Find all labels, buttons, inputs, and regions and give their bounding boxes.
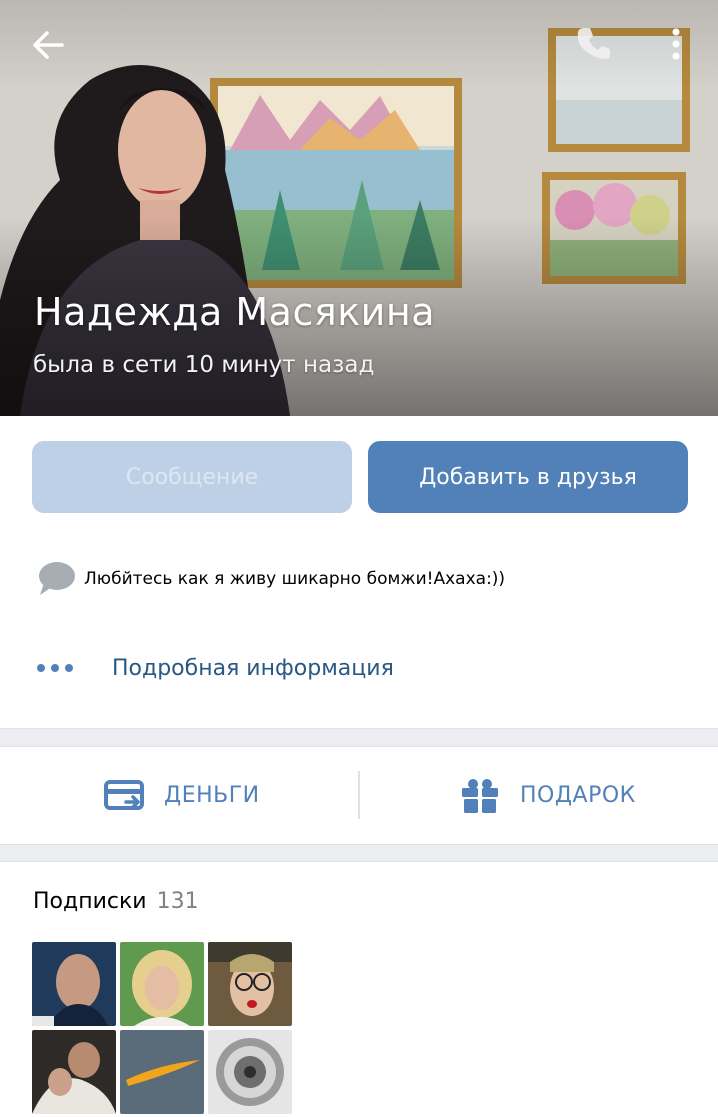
subscription-thumb-4[interactable] — [32, 1030, 116, 1114]
subscription-thumb-6[interactable] — [208, 1030, 292, 1114]
profile-status-text: Любйтесь как я живу шикарно бомжи!Ахаха:… — [84, 569, 506, 589]
more-info-label: Подробная информация — [112, 655, 394, 681]
more-vertical-icon — [672, 28, 680, 60]
subscriptions-title: Подписки — [33, 889, 147, 914]
more-horizontal-icon — [37, 664, 73, 672]
speech-bubble-icon — [39, 562, 75, 595]
subscriptions-count: 131 — [156, 889, 199, 914]
more-info-link[interactable]: Подробная информация — [36, 648, 394, 688]
phone-icon — [577, 28, 610, 59]
profile-cover[interactable]: Надежда Масякина была в сети 10 минут на… — [0, 0, 718, 416]
arrow-left-icon — [33, 31, 64, 59]
send-money-button[interactable]: ДЕНЬГИ — [104, 747, 260, 844]
subscription-avatar-1 — [32, 942, 116, 1026]
actions-divider — [358, 771, 360, 819]
subscription-thumb-1[interactable] — [32, 942, 116, 1026]
gift-label: ПОДАРОК — [520, 783, 636, 808]
subscription-thumb-2[interactable] — [120, 942, 204, 1026]
subscription-thumb-5[interactable] — [120, 1030, 204, 1114]
back-button[interactable] — [28, 24, 70, 66]
status-line: Любйтесь как я живу шикарно бомжи!Ахаха:… — [36, 559, 505, 599]
subscription-avatar-6 — [208, 1030, 292, 1114]
message-button[interactable]: Сообщение — [32, 441, 352, 513]
subscription-avatar-3 — [208, 942, 292, 1026]
call-button[interactable] — [572, 22, 614, 64]
actions-card: ДЕНЬГИ ПОДАРОК — [0, 746, 718, 845]
profile-info-card: Сообщение Добавить в друзья Любйтесь как… — [0, 416, 718, 729]
subscription-avatar-4 — [32, 1030, 116, 1114]
online-status: была в сети 10 минут назад — [33, 352, 375, 378]
money-label: ДЕНЬГИ — [164, 783, 260, 808]
subscription-avatar-5 — [120, 1030, 204, 1114]
subscription-thumb-3[interactable] — [208, 942, 292, 1026]
add-friend-button[interactable]: Добавить в друзья — [368, 441, 688, 513]
subscriptions-header[interactable]: Подписки 131 — [33, 889, 199, 914]
more-options-button[interactable] — [660, 24, 692, 66]
subscriptions-card: Подписки 131 — [0, 861, 718, 1117]
credit-card-icon — [104, 779, 144, 810]
gift-icon — [462, 778, 498, 813]
profile-name: Надежда Масякина — [34, 290, 435, 334]
subscription-avatar-2 — [120, 942, 204, 1026]
send-gift-button[interactable]: ПОДАРОК — [460, 747, 636, 844]
